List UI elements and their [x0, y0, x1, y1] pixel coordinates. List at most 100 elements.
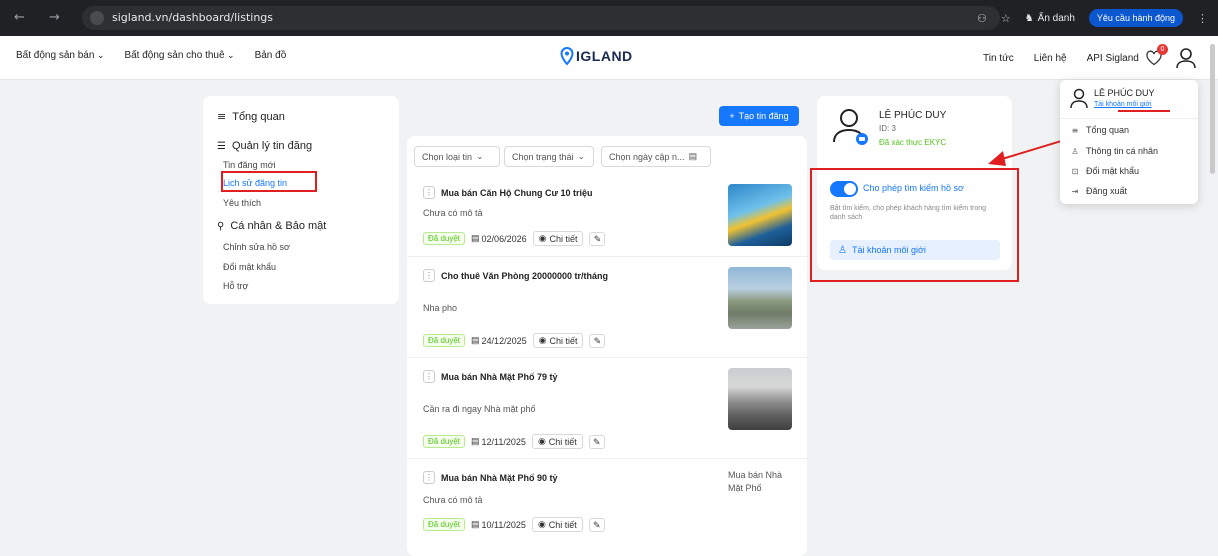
action-required-button[interactable]: Yêu cầu hành động	[1088, 9, 1183, 27]
filter-status-label: Chọn trạng thái	[512, 151, 574, 162]
listing-description: Cần ra đi ngay Nhà mặt phố	[423, 404, 536, 414]
listing-date: 24/12/2025	[481, 335, 527, 346]
listing-title[interactable]: Mua bán Căn Hộ Chung Cư 10 triệu	[441, 188, 593, 198]
logo-text: IGLAND	[576, 48, 633, 64]
status-badge: Đã duyệt	[423, 334, 466, 347]
listing-thumbnail[interactable]	[728, 267, 792, 329]
detail-button[interactable]: ◉ Chi tiết	[531, 434, 583, 449]
page-scrollbar[interactable]	[1210, 44, 1215, 174]
menu-item-change-password[interactable]: ⊡ Đổi mật khẩu	[1070, 166, 1139, 176]
listing-title[interactable]: Mua bán Nhà Mặt Phố 79 tỷ	[441, 372, 558, 382]
drag-handle-icon[interactable]: ⋮	[423, 269, 435, 282]
highlight-box-history	[221, 171, 317, 192]
profile-id: ID: 3	[879, 124, 896, 133]
dropdown-divider	[1060, 118, 1198, 119]
sidebar-overview-label: Tổng quan	[232, 110, 285, 123]
eye-icon: ◉	[537, 436, 546, 446]
listings-panel: Chọn loại tin ⌄ Chọn trạng thái ⌄ Chọn ngà…	[407, 136, 807, 556]
chevron-down-icon: ⌄	[577, 151, 586, 161]
nav-map-link[interactable]: Bản đồ	[255, 50, 287, 61]
detail-button[interactable]: ◉ Chi tiết	[532, 231, 584, 246]
drag-handle-icon[interactable]: ⋮	[423, 186, 435, 199]
dropdown-broker-link[interactable]: Tài khoản môi giới	[1094, 101, 1155, 108]
menu-item-personal-info[interactable]: ♙ Thông tin cá nhân	[1070, 146, 1158, 156]
edit-pencil-icon[interactable]: ✎	[588, 434, 605, 449]
edit-pencil-icon[interactable]: ✎	[588, 517, 605, 532]
user-account-icon[interactable]	[1174, 46, 1198, 70]
sidebar-section-personal[interactable]: ⚲ Cá nhân & Bảo mật	[217, 220, 326, 232]
menu-item-overview[interactable]: ≡ Tổng quan	[1070, 125, 1129, 135]
listing-item[interactable]: ⋮ Mua bán Căn Hộ Chung Cư 10 triệu Chưa c…	[407, 176, 807, 257]
detail-button[interactable]: ◉ Chi tiết	[531, 517, 583, 532]
listing-description: Nha pho	[423, 303, 458, 313]
nav-sale-menu[interactable]: Bất động sản bán	[16, 50, 104, 61]
site-logo[interactable]: IGLAND	[560, 47, 633, 65]
sidebar-item-overview[interactable]: ≡ Tổng quan	[217, 110, 285, 123]
sidebar-item-edit-profile[interactable]: Chỉnh sửa hồ sơ	[223, 242, 290, 252]
menu-item-label: Tổng quan	[1086, 125, 1130, 135]
listing-description: Chưa có mô tả	[423, 495, 483, 505]
extension-icon[interactable]: ⚇	[977, 12, 987, 25]
listing-item[interactable]: ⋮ Mua bán Nhà Mặt Phố 90 tỷ Chưa có mô tả…	[407, 459, 807, 556]
listing-thumbnail[interactable]	[728, 184, 792, 246]
listing-item[interactable]: ⋮ Cho thuê Văn Phòng 20000000 tr/tháng Nh…	[407, 257, 807, 358]
browser-menu-icon[interactable]: ⋮	[1197, 12, 1208, 25]
detail-label: Chi tiết	[549, 335, 578, 346]
detail-label: Chi tiết	[548, 519, 577, 530]
logo-pin-icon	[560, 47, 574, 65]
highlight-box-broker	[810, 168, 1019, 282]
filter-date-picker[interactable]: Chọn ngày cập n... ▤	[601, 146, 711, 167]
calendar-icon: ▤	[688, 151, 698, 161]
edit-pencil-icon[interactable]: ✎	[589, 333, 606, 348]
filter-type-select[interactable]: Chọn loại tin ⌄	[414, 146, 500, 167]
listing-item[interactable]: ⋮ Mua bán Nhà Mặt Phố 79 tỷ Cần ra đi nga…	[407, 358, 807, 459]
calendar-icon: ▤	[471, 519, 480, 529]
calendar-icon: ▤	[471, 436, 480, 446]
sidebar-item-change-password[interactable]: Đổi mật khẩu	[223, 262, 276, 272]
incognito-indicator[interactable]: ♞ Ẩn danh	[1025, 13, 1075, 24]
drag-handle-icon[interactable]: ⋮	[423, 471, 435, 484]
user-key-icon: ⚲	[217, 220, 225, 232]
nav-news-link[interactable]: Tin tức	[983, 53, 1014, 64]
sidebar-section-listings[interactable]: ☰ Quản lý tin đăng	[217, 140, 312, 152]
listing-thumbnail[interactable]	[728, 368, 792, 430]
chevron-down-icon: ⌄	[476, 151, 484, 161]
nav-contact-link[interactable]: Liên hệ	[1034, 53, 1067, 64]
incognito-label: Ẩn danh	[1037, 12, 1075, 24]
bookmark-star-icon[interactable]: ☆	[1001, 12, 1011, 25]
listing-title[interactable]: Mua bán Nhà Mặt Phố 90 tỷ	[441, 473, 558, 483]
detail-label: Chi tiết	[549, 233, 578, 244]
person-icon: ♙	[1071, 146, 1079, 156]
broken-image-alt-text[interactable]: Mua bán Nhà Mặt Phố	[728, 469, 798, 495]
profile-name: LÊ PHÚC DUY	[879, 110, 947, 121]
filter-status-select[interactable]: Chọn trạng thái ⌄	[504, 146, 594, 167]
lock-icon: ⊡	[1071, 166, 1079, 176]
sidebar-item-favorites[interactable]: Yêu thích	[223, 198, 261, 208]
ekyc-verified-status: Đã xác thực EKYC	[879, 138, 947, 147]
filter-date-label: Chọn ngày cập n...	[609, 151, 685, 162]
calendar-icon: ▤	[471, 335, 480, 345]
sidebar-item-support[interactable]: Hỗ trợ	[223, 281, 248, 291]
list-icon: ≡	[1071, 125, 1079, 135]
nav-rent-menu[interactable]: Bất động sản cho thuê	[124, 50, 234, 61]
address-bar[interactable]: sigland.vn/dashboard/listings	[82, 6, 1000, 30]
create-listing-label: Tạo tin đăng	[738, 111, 789, 121]
nav-api-link[interactable]: API Sigland	[1087, 53, 1139, 64]
drag-handle-icon[interactable]: ⋮	[423, 370, 435, 383]
calendar-icon: ▤	[471, 233, 480, 243]
edit-pencil-icon[interactable]: ✎	[589, 231, 606, 246]
menu-item-label: Thông tin cá nhân	[1086, 146, 1159, 156]
eye-icon: ◉	[537, 519, 546, 529]
menu-item-logout[interactable]: ⇥ Đăng xuất	[1070, 186, 1127, 196]
site-info-icon[interactable]	[90, 11, 104, 25]
incognito-icon: ♞	[1024, 12, 1034, 24]
url-text[interactable]: sigland.vn/dashboard/listings	[112, 11, 273, 24]
detail-button[interactable]: ◉ Chi tiết	[532, 333, 584, 348]
status-badge: Đã duyệt	[423, 518, 466, 531]
plus-icon: +	[729, 111, 735, 121]
listing-title[interactable]: Cho thuê Văn Phòng 20000000 tr/tháng	[441, 271, 608, 281]
avatar-camera-icon[interactable]	[831, 106, 871, 146]
sidebar-item-new-listing[interactable]: Tin đăng mới	[223, 160, 276, 170]
create-listing-button[interactable]: + Tạo tin đăng	[719, 106, 799, 126]
listing-date: 12/11/2025	[481, 436, 526, 447]
